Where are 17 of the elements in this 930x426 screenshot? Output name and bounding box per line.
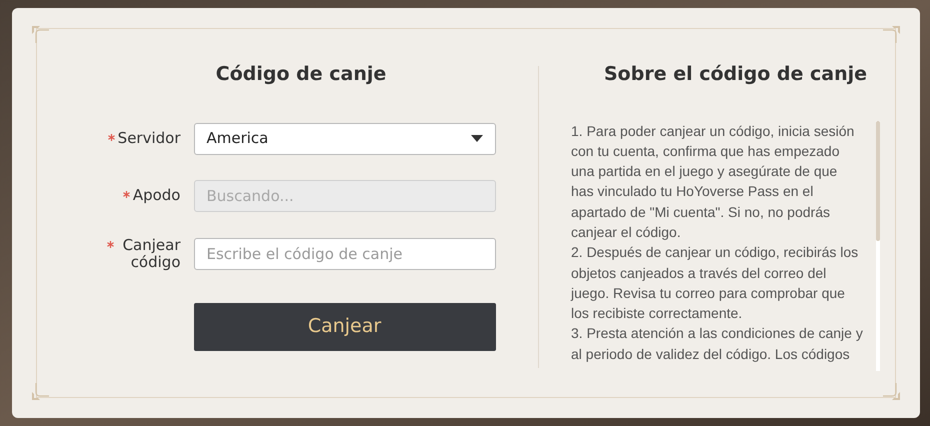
caret-icon (470, 135, 482, 142)
field-label: Servidor (118, 130, 180, 147)
corner-ornament-icon (882, 24, 902, 44)
instruction-paragraph: 1. Para poder canjear un código, inicia sesión con tu cuenta, confirma que has empezado una partida en el juego y asegúrate de que has vinculado tu HoYoverse Pass en el apartado de "Mi cuenta". Si no, no podrás canjear el código. (571, 122, 856, 242)
code-input-field[interactable]: Escribe el código de canje (194, 238, 496, 270)
field-label: Apodo (132, 187, 180, 204)
corner-ornament-icon (30, 382, 50, 402)
server-select[interactable]: America (194, 122, 496, 154)
corner-ornament-icon (882, 382, 902, 402)
redeem-button[interactable]: Canjear (194, 302, 496, 350)
scrollbar-thumb[interactable] (876, 120, 880, 240)
instruction-paragraph: 3. Presta atención a las condiciones de canje y al periodo de validez del código. Los códigos (571, 324, 863, 364)
form-title: Código de canje (216, 62, 386, 87)
corner-ornament-icon (30, 24, 50, 44)
field-label: Canjear código (122, 236, 180, 270)
about-title: Sobre el código de canje (602, 62, 868, 87)
instruction-paragraph: 2. Después de canjear un código, recibirás los objetos canjeados a través del correo del juego. Revisa tu correo para comprobar que los recibiste correctamente. (571, 243, 860, 324)
